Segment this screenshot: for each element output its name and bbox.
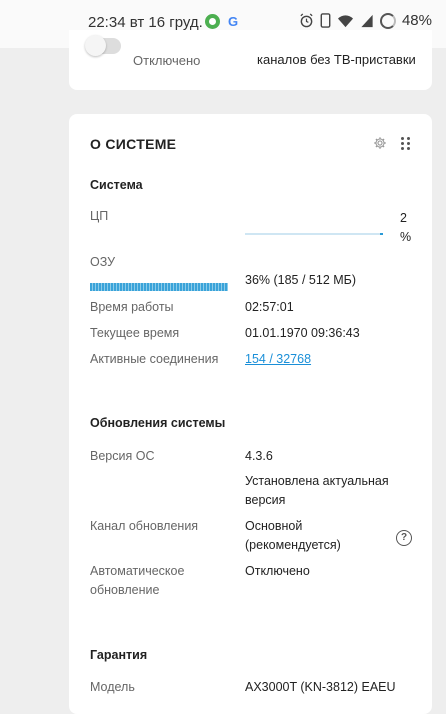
connections-label: Активные соединения <box>90 352 219 366</box>
os-status: Установлена актуальная версия <box>245 472 389 510</box>
google-icon: G <box>228 14 239 29</box>
update-channel-line2: (рекомендуется) <box>245 538 341 552</box>
os-status-line2: версия <box>245 493 286 507</box>
cpu-load-chart <box>245 233 383 235</box>
notification-icons: G <box>205 14 238 29</box>
ram-usage-bar <box>90 283 228 291</box>
auto-update-label-line1: Автоматическое <box>90 564 185 578</box>
tv-channels-card: Отключено каналов без ТВ-приставки <box>69 30 432 90</box>
toggle-status: Отключено <box>133 53 201 68</box>
system-tray: 48% <box>299 12 432 29</box>
section-system: Система <box>90 178 143 192</box>
help-icon[interactable]: ? <box>396 530 412 546</box>
auto-update-label-line2: обновление <box>90 583 160 597</box>
section-warranty: Гарантия <box>90 648 148 662</box>
ram-value: 36% (185 / 512 МБ) <box>245 273 357 287</box>
phone-icon <box>320 13 331 28</box>
battery-icon <box>379 12 396 29</box>
model-value: AX3000T (KN-3812) EAEU <box>245 680 396 694</box>
drag-handle-icon[interactable] <box>401 137 411 150</box>
uptime-value: 02:57:01 <box>245 300 294 314</box>
alarm-icon <box>300 13 313 28</box>
status-time: 22:34 вт 16 груд. <box>88 14 203 31</box>
update-channel-value: Основной (рекомендуется) <box>245 517 341 555</box>
update-channel-label: Канал обновления <box>90 519 199 533</box>
cpu-value-unit: % <box>400 230 412 244</box>
update-channel-line1: Основной <box>245 519 303 533</box>
model-label: Модель <box>90 680 135 694</box>
battery-percent: 48% <box>401 12 432 29</box>
cpu-label: ЦП <box>90 209 109 223</box>
system-info-card: О СИСТЕМЕ Система ЦП 2 % ОЗУ 36% (185 / … <box>69 114 432 714</box>
signal-icon <box>361 14 373 28</box>
os-version-label: Версия ОС <box>90 449 155 463</box>
ram-usage-fill <box>90 283 228 291</box>
app-icon <box>205 14 220 29</box>
current-time-value: 01.01.1970 09:36:43 <box>245 326 360 340</box>
connections-link[interactable]: 154 / 32768 <box>245 352 311 366</box>
feature-toggle[interactable] <box>85 35 121 56</box>
card-title: О СИСТЕМЕ <box>90 136 177 152</box>
auto-update-label: Автоматическое обновление <box>90 562 184 600</box>
cpu-value-number: 2 <box>400 211 407 225</box>
uptime-label: Время работы <box>90 300 174 314</box>
wifi-icon <box>337 15 353 28</box>
ram-label: ОЗУ <box>90 255 116 269</box>
section-updates: Обновления системы <box>90 416 226 430</box>
auto-update-value: Отключено <box>245 564 310 578</box>
gear-icon[interactable] <box>373 136 387 150</box>
current-time-label: Текущее время <box>90 326 180 340</box>
toggle-description: каналов без ТВ-приставки <box>257 52 416 67</box>
os-status-line1: Установлена актуальная <box>245 474 389 488</box>
toggle-knob <box>85 35 106 56</box>
cpu-value: 2 % <box>400 209 411 247</box>
os-version-value: 4.3.6 <box>245 449 273 463</box>
